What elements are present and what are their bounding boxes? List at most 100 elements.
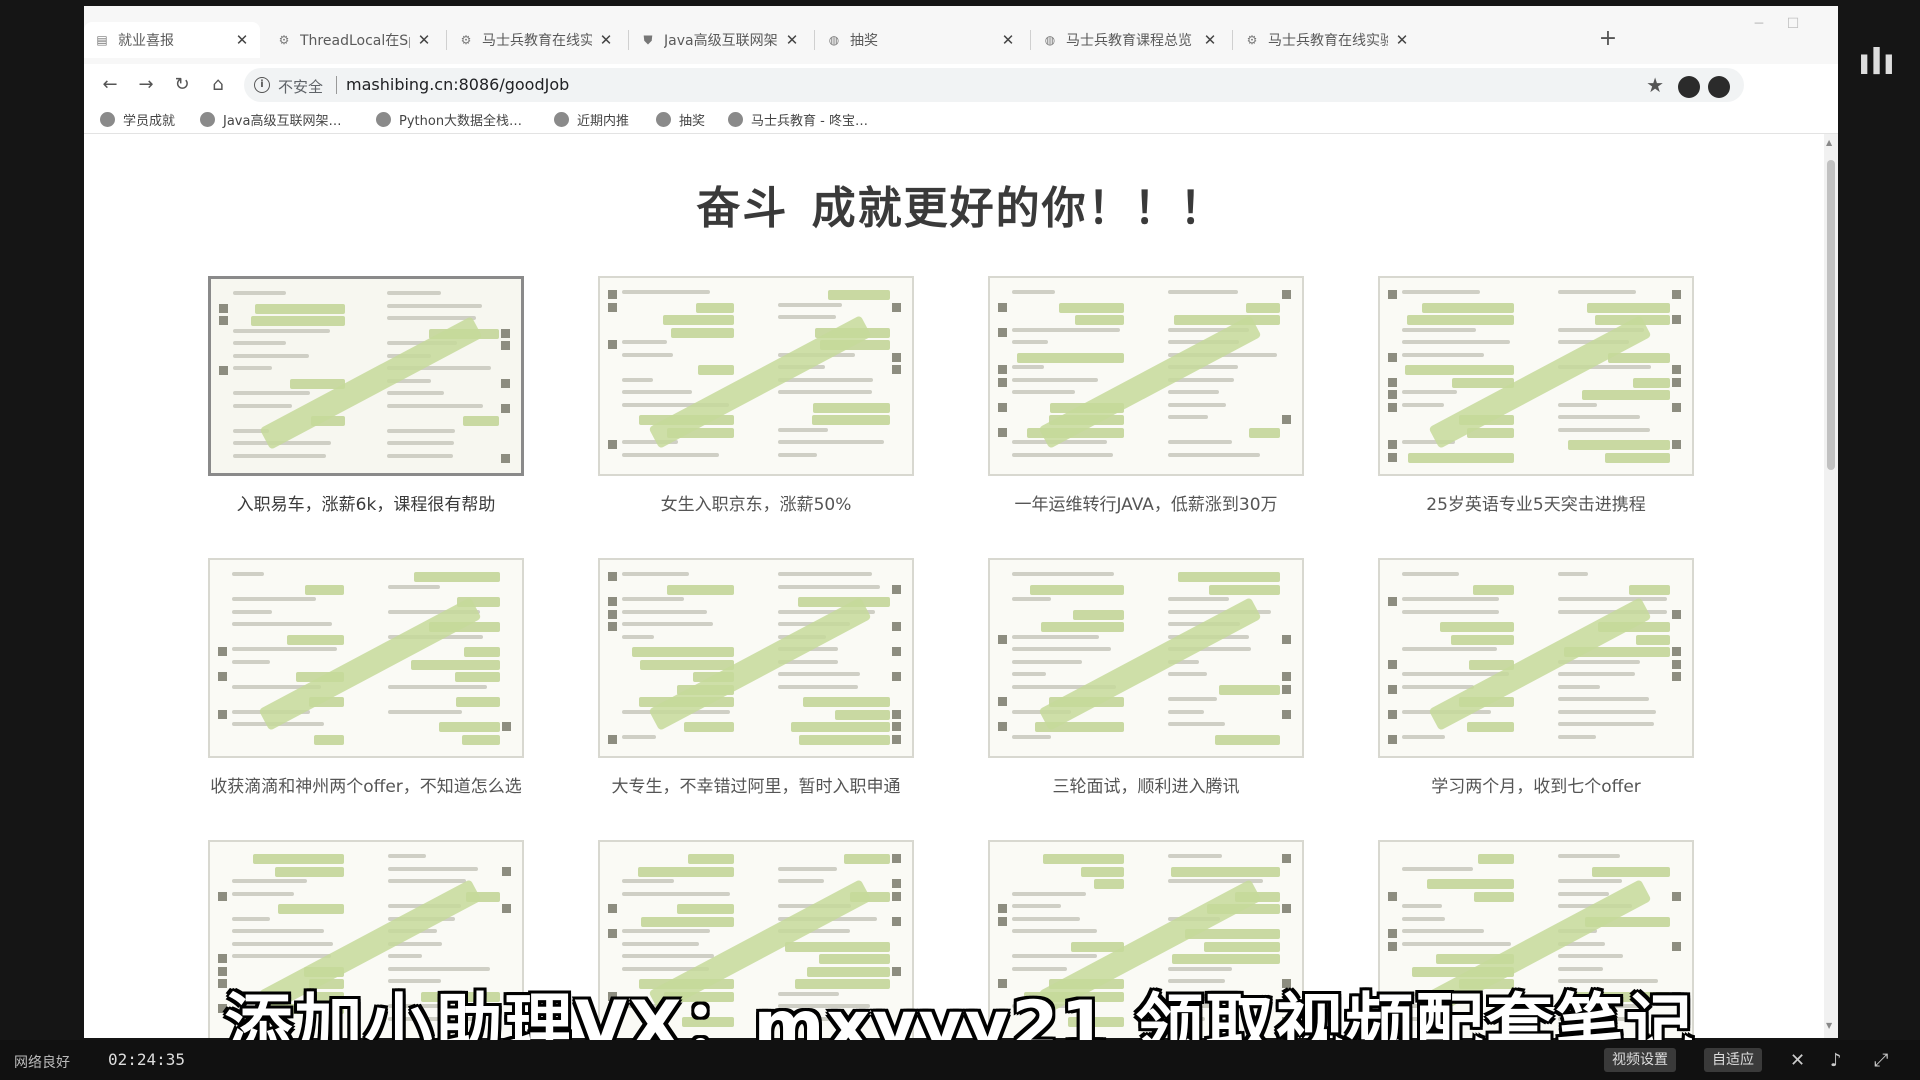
close-icon[interactable]: ✕ — [598, 31, 614, 49]
tab-0[interactable]: ▤ 就业喜报 ✕ — [84, 22, 260, 58]
bookmark-item[interactable]: 学员成就 — [100, 110, 175, 129]
scrollbar[interactable]: ▲ ▼ — [1824, 134, 1838, 1038]
story-caption[interactable]: 学习两个月，收到七个offer — [1378, 772, 1694, 797]
story-card[interactable]: 收获滴滴和神州两个offer，不知道怎么选 — [208, 558, 524, 797]
new-tab-button[interactable]: + — [1596, 28, 1620, 52]
chat-screenshot-thumbnail[interactable] — [1378, 558, 1694, 758]
back-icon[interactable]: ← — [98, 73, 122, 97]
chat-screenshot-thumbnail[interactable] — [1378, 276, 1694, 476]
avatar — [1282, 854, 1291, 863]
story-card[interactable]: 25岁英语专业5天突击进携程 — [1378, 276, 1694, 515]
chat-line — [1558, 854, 1620, 858]
url-text[interactable]: mashibing.cn:8086/goodJob — [346, 75, 569, 94]
chat-bubble — [803, 697, 890, 707]
quality-button[interactable]: 自适应 — [1704, 1048, 1762, 1072]
bookmark-item[interactable]: 抽奖 — [656, 110, 705, 129]
avatar — [608, 597, 617, 606]
close-icon[interactable]: ✕ — [1394, 31, 1410, 49]
address-bar[interactable]: i 不安全 mashibing.cn:8086/goodJob ★ — [244, 68, 1744, 102]
chat-line — [1012, 734, 1051, 739]
reload-icon[interactable]: ↻ — [170, 73, 194, 97]
fullscreen-icon[interactable]: ⤢ — [1874, 1050, 1888, 1071]
bookmark-item[interactable]: Java高级互联网架… — [200, 110, 341, 129]
page-content: 奋斗 成就更好的你！！！ 入职易车，涨薪6k，课程很有帮助 女生入职京东，涨薪50… — [84, 134, 1838, 1038]
scroll-thumb[interactable] — [1827, 160, 1835, 470]
avatar — [892, 734, 901, 744]
close-icon[interactable]: ✕ — [784, 31, 800, 49]
story-caption[interactable]: 大专生，不幸错过阿里，暂时入职申通 — [598, 772, 914, 797]
chat-screenshot-thumbnail[interactable] — [208, 276, 524, 476]
close-icon[interactable]: ✕ — [1202, 31, 1218, 49]
minimize-icon[interactable]: ─ — [1744, 16, 1774, 36]
chat-bubble — [1178, 572, 1280, 582]
chat-bubble — [663, 315, 734, 325]
chat-screenshot-thumbnail[interactable] — [988, 276, 1304, 476]
globe-icon: ◍ — [828, 33, 840, 47]
bookmark-item[interactable]: 近期内推 — [554, 110, 629, 129]
network-status: 网络良好 — [14, 1055, 70, 1071]
avatar — [1282, 684, 1291, 694]
tab-6[interactable]: ⚙ 马士兵教育在线实验… ✕ — [1234, 22, 1420, 58]
forward-icon[interactable]: → — [134, 73, 158, 97]
close-icon[interactable]: ✕ — [1000, 31, 1016, 49]
extension-icon[interactable] — [1678, 76, 1700, 98]
profile-icon[interactable] — [1708, 76, 1730, 98]
story-card[interactable]: 大专生，不幸错过阿里，暂时入职申通 — [598, 558, 914, 797]
chat-line — [388, 684, 487, 689]
bookmark-item[interactable]: Python大数据全栈… — [376, 110, 522, 129]
story-caption[interactable]: 25岁英语专业5天突击进携程 — [1378, 490, 1694, 515]
avatar — [608, 929, 617, 938]
tab-4[interactable]: ◍ 抽奖 ✕ — [816, 22, 1026, 58]
chat-line — [387, 303, 482, 308]
story-caption[interactable]: 一年运维转行JAVA，低薪涨到30万 — [988, 490, 1304, 515]
chat-line — [232, 597, 316, 601]
chat-line — [622, 352, 673, 357]
story-card[interactable]: 学习两个月，收到七个offer — [1378, 558, 1694, 797]
bookmark-item[interactable]: 马士兵教育 - 咚宝… — [728, 110, 868, 129]
maximize-icon[interactable]: ☐ — [1778, 16, 1808, 36]
avatar — [998, 302, 1007, 312]
volume-icon[interactable]: ♪ — [1830, 1050, 1842, 1071]
story-caption[interactable]: 女生入职京东，涨薪50% — [598, 490, 914, 515]
chat-bubble — [1041, 622, 1124, 632]
chat-screenshot-thumbnail[interactable] — [988, 558, 1304, 758]
bookmark-star-icon[interactable]: ★ — [1646, 73, 1664, 97]
avatar — [998, 634, 1007, 644]
chat-line — [1402, 647, 1497, 651]
story-card[interactable]: 三轮面试，顺利进入腾讯 — [988, 558, 1304, 797]
tab-3[interactable]: ⛊ Java高级互联网架构… ✕ — [630, 22, 810, 58]
tab-1[interactable]: ⚙ ThreadLocal在Spring ✕ — [266, 22, 442, 58]
video-settings-button[interactable]: 视频设置 — [1604, 1048, 1676, 1072]
avatar — [1672, 365, 1681, 374]
story-card[interactable]: 女生入职京东，涨薪50% — [598, 276, 914, 515]
chat-line — [1558, 572, 1588, 576]
chat-line — [778, 572, 872, 576]
chat-screenshot-thumbnail[interactable] — [598, 558, 914, 758]
mute-icon[interactable]: ✕ — [1790, 1050, 1805, 1071]
tab-5[interactable]: ◍ 马士兵教育课程总览 ✕ — [1032, 22, 1228, 58]
chat-bubble — [671, 327, 734, 338]
story-caption[interactable]: 收获滴滴和神州两个offer，不知道怎么选 — [208, 772, 524, 797]
avatar — [1672, 891, 1681, 901]
avatar — [998, 327, 1007, 337]
tab-2[interactable]: ⚙ 马士兵教育在线实验… ✕ — [448, 22, 624, 58]
close-icon[interactable]: ✕ — [234, 31, 250, 49]
chat-screenshot-thumbnail[interactable] — [208, 558, 524, 758]
chat-line — [1402, 597, 1499, 601]
story-card[interactable]: 入职易车，涨薪6k，课程很有帮助 — [208, 276, 524, 515]
avatar — [1672, 440, 1681, 449]
video-frame: ▤ 就业喜报 ✕ ⚙ ThreadLocal在Spring ✕ ⚙ 马士兵教育在… — [0, 0, 1920, 1080]
home-icon[interactable]: ⌂ — [206, 73, 230, 97]
avatar — [892, 916, 901, 926]
avatar — [998, 904, 1007, 913]
story-card[interactable]: 一年运维转行JAVA，低薪涨到30万 — [988, 276, 1304, 515]
tab-title: 马士兵教育在线实验… — [482, 33, 592, 49]
close-icon[interactable]: ✕ — [416, 31, 432, 49]
info-icon[interactable]: i — [254, 77, 270, 93]
chat-line — [778, 452, 817, 457]
chat-screenshot-thumbnail[interactable] — [598, 276, 914, 476]
story-caption[interactable]: 入职易车，涨薪6k，课程很有帮助 — [208, 490, 524, 515]
story-caption[interactable]: 三轮面试，顺利进入腾讯 — [988, 772, 1304, 797]
scroll-up-icon[interactable]: ▲ — [1826, 138, 1832, 147]
chat-line — [778, 879, 824, 883]
